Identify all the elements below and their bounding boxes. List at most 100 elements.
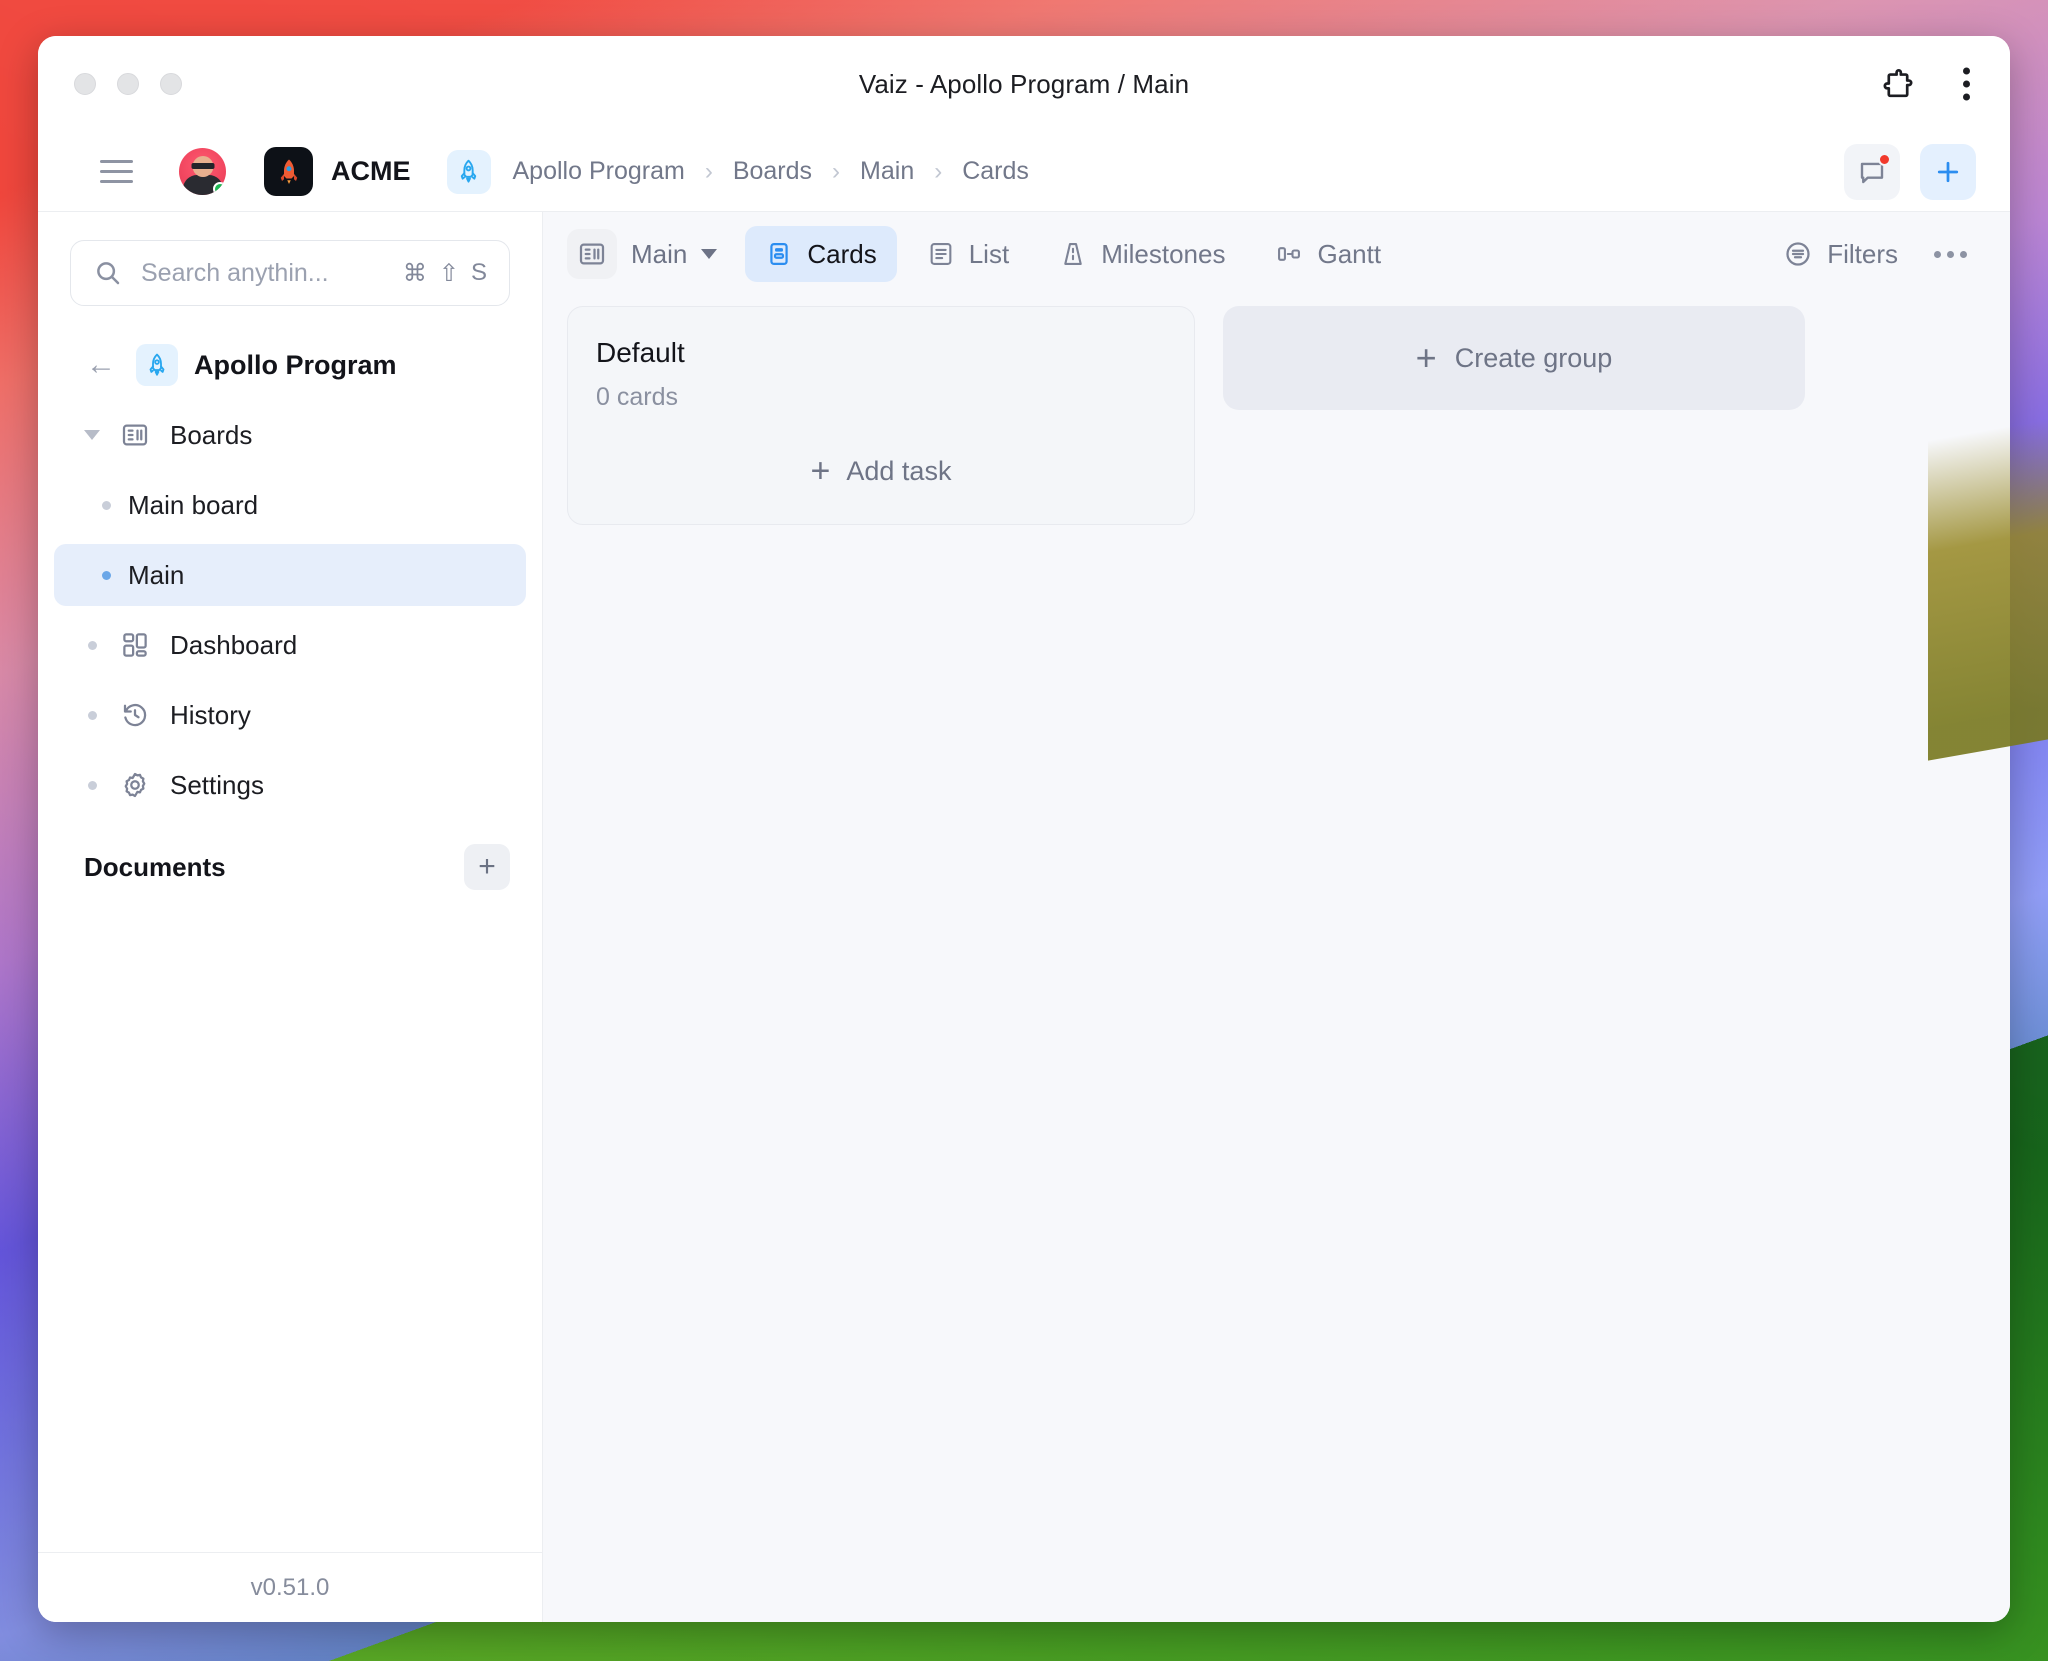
sidebar-item-dashboard[interactable]: Dashboard bbox=[54, 614, 526, 676]
chat-bubble-icon[interactable] bbox=[1844, 143, 1900, 200]
tab-milestones[interactable]: Milestones bbox=[1039, 226, 1245, 282]
plus-icon: + bbox=[810, 452, 831, 490]
notification-badge bbox=[1878, 152, 1891, 166]
search-input[interactable]: Search anythin... ⌘ ⇧ S bbox=[70, 240, 510, 306]
create-group-button[interactable]: + Create group bbox=[1223, 306, 1805, 410]
tab-gantt[interactable]: Gantt bbox=[1255, 226, 1401, 282]
sidebar-item-settings[interactable]: Settings bbox=[54, 754, 526, 816]
rocket-icon[interactable] bbox=[446, 149, 491, 194]
tab-label: Cards bbox=[807, 238, 877, 269]
sidebar-item-main[interactable]: Main bbox=[54, 544, 526, 606]
list-icon bbox=[927, 240, 955, 268]
breadcrumb-item-cards[interactable]: Cards bbox=[956, 154, 1035, 189]
search-shortcut: ⌘ ⇧ S bbox=[403, 259, 487, 288]
breadcrumb-item-apollo-program[interactable]: Apollo Program bbox=[507, 154, 691, 189]
maximize-button[interactable] bbox=[160, 73, 182, 95]
tab-label: Milestones bbox=[1101, 238, 1226, 269]
arrow-left-icon[interactable]: ← bbox=[86, 350, 116, 380]
sidebar-item-label: Dashboard bbox=[170, 629, 298, 660]
dashboard-icon bbox=[114, 630, 156, 660]
sidebar-project-header[interactable]: ← Apollo Program bbox=[54, 334, 526, 396]
board-icon[interactable] bbox=[567, 229, 617, 279]
milestones-icon bbox=[1059, 240, 1087, 268]
bullet-icon bbox=[70, 640, 114, 650]
bullet-icon bbox=[70, 780, 114, 790]
user-avatar[interactable] bbox=[179, 148, 226, 195]
sidebar-item-history[interactable]: History bbox=[54, 684, 526, 746]
hamburger-menu-icon[interactable] bbox=[100, 160, 133, 183]
board-group-default: Default 0 cards + Add task bbox=[567, 306, 1195, 525]
tab-cards[interactable]: Cards bbox=[745, 226, 897, 282]
cards-icon bbox=[765, 240, 793, 268]
create-group-label: Create group bbox=[1454, 342, 1613, 373]
browser-window: Vaiz - Apollo Program / Main ACME Apollo… bbox=[38, 36, 2010, 1622]
chevron-down-icon bbox=[701, 249, 718, 259]
desktop-wallpaper: Vaiz - Apollo Program / Main ACME Apollo… bbox=[0, 0, 2048, 1661]
filters-button[interactable]: Filters bbox=[1767, 226, 1914, 282]
board-selector[interactable]: Main bbox=[631, 238, 718, 270]
board-toolbar: Main Cards List Milestones Gantt Filters bbox=[543, 212, 2010, 296]
navbar-actions bbox=[1844, 143, 1976, 200]
avatar-glasses bbox=[191, 163, 214, 169]
group-card-count: 0 cards bbox=[596, 383, 678, 411]
bullet-icon bbox=[84, 500, 128, 510]
sidebar-section-documents: Documents + bbox=[54, 834, 526, 900]
search-container: Search anythin... ⌘ ⇧ S bbox=[38, 212, 542, 322]
breadcrumb-separator: › bbox=[832, 157, 841, 185]
breadcrumb-separator: › bbox=[934, 157, 943, 185]
search-placeholder: Search anythin... bbox=[141, 258, 329, 287]
gantt-icon bbox=[1275, 240, 1303, 268]
tab-label: Gantt bbox=[1317, 238, 1382, 269]
add-task-button[interactable]: + Add task bbox=[596, 446, 1166, 496]
add-button[interactable] bbox=[1920, 143, 1976, 200]
filter-icon bbox=[1783, 239, 1813, 269]
bullet-icon bbox=[84, 570, 128, 580]
tab-label: List bbox=[968, 238, 1010, 269]
rocket-logo-icon[interactable] bbox=[264, 147, 313, 196]
puzzle-piece-icon[interactable] bbox=[1881, 67, 1915, 101]
breadcrumb-item-main[interactable]: Main bbox=[854, 154, 920, 189]
plus-icon: + bbox=[1415, 337, 1437, 378]
board-area: Default 0 cards + Add task + Create grou… bbox=[543, 296, 2010, 1622]
sidebar-item-label: Main board bbox=[128, 489, 259, 520]
app-body: Search anythin... ⌘ ⇧ S ← Apollo Program… bbox=[38, 212, 2010, 1622]
shortcut-shift: ⇧ bbox=[438, 259, 459, 287]
app-navbar: ACME Apollo Program › Boards › Main › Ca… bbox=[38, 132, 2010, 212]
gear-icon bbox=[114, 770, 156, 800]
window-titlebar: Vaiz - Apollo Program / Main bbox=[38, 36, 2010, 132]
sidebar-footer: v0.51.0 bbox=[38, 1552, 542, 1622]
filters-label: Filters bbox=[1827, 238, 1898, 269]
kebab-menu-icon[interactable] bbox=[1959, 64, 1974, 105]
sidebar-item-label: Boards bbox=[170, 419, 253, 450]
more-horizontal-icon[interactable] bbox=[1924, 228, 1976, 280]
titlebar-actions bbox=[1881, 64, 1974, 105]
close-button[interactable] bbox=[74, 73, 96, 95]
breadcrumb-item-boards[interactable]: Boards bbox=[727, 154, 818, 189]
app-version: v0.51.0 bbox=[250, 1573, 330, 1601]
add-document-button[interactable]: + bbox=[464, 844, 510, 890]
tab-list[interactable]: List bbox=[907, 226, 1029, 282]
breadcrumb: Apollo Program › Boards › Main › Cards bbox=[507, 154, 1035, 189]
chevron-down-icon[interactable] bbox=[70, 430, 114, 440]
history-icon bbox=[114, 700, 156, 730]
search-icon bbox=[93, 258, 123, 288]
traffic-light-controls[interactable] bbox=[74, 73, 182, 95]
sidebar-item-label: Settings bbox=[170, 769, 264, 800]
board-selector-label: Main bbox=[631, 238, 688, 269]
sidebar-item-boards[interactable]: Boards bbox=[54, 404, 526, 466]
online-status-dot bbox=[213, 182, 226, 195]
shortcut-key: S bbox=[470, 259, 487, 286]
group-title: Default bbox=[596, 337, 685, 368]
board-icon bbox=[114, 420, 156, 450]
minimize-button[interactable] bbox=[117, 73, 139, 95]
shortcut-cmd: ⌘ bbox=[402, 259, 427, 287]
sidebar-item-main-board[interactable]: Main board bbox=[54, 474, 526, 536]
org-name[interactable]: ACME bbox=[331, 156, 411, 187]
rocket-icon bbox=[136, 344, 178, 386]
add-task-label: Add task bbox=[846, 455, 952, 486]
sidebar-project-name: Apollo Program bbox=[194, 349, 397, 380]
breadcrumb-separator: › bbox=[704, 157, 713, 185]
sidebar: Search anythin... ⌘ ⇧ S ← Apollo Program… bbox=[38, 212, 543, 1622]
sidebar-section-title: Documents bbox=[84, 851, 226, 882]
